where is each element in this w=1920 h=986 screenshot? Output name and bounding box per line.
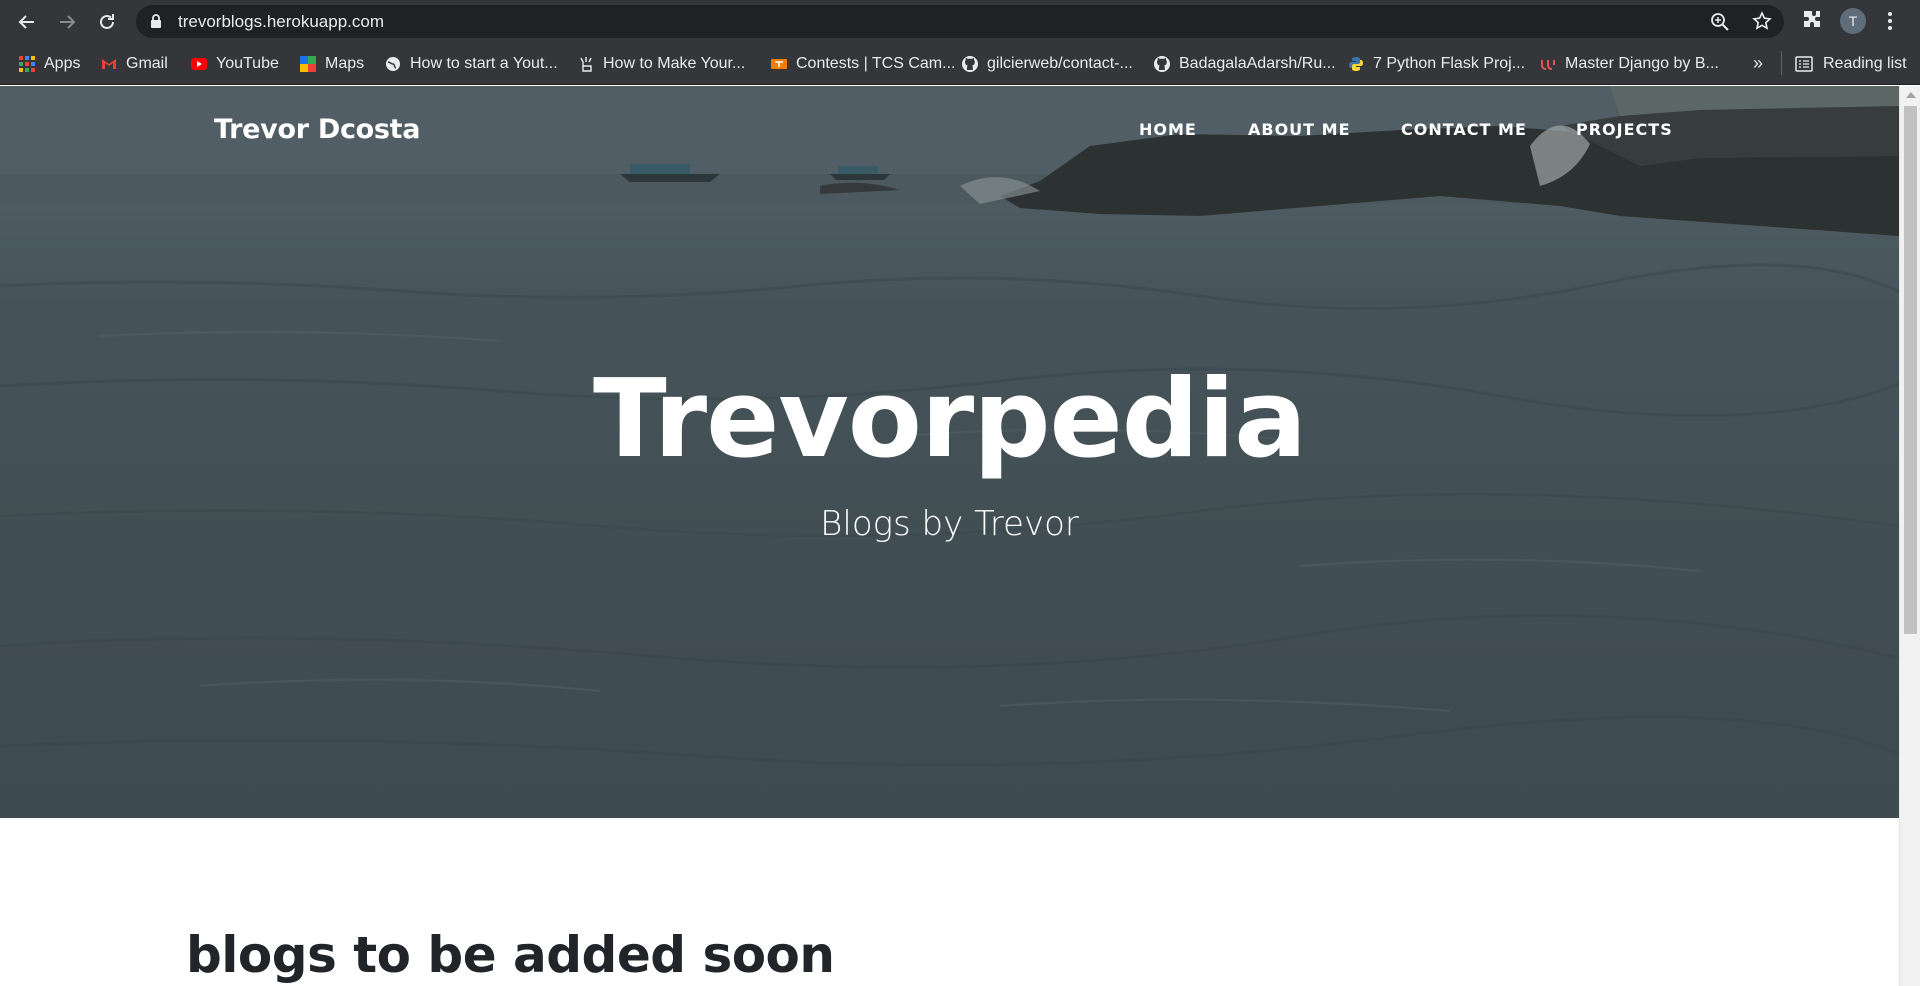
browser-toolbar: trevorblogs.herokuapp.com T — [0, 0, 1920, 43]
github-icon — [1154, 56, 1170, 72]
page-viewport: Trevor Dcosta HOME ABOUT ME CONTACT ME P… — [0, 86, 1899, 986]
gmail-icon — [102, 59, 116, 69]
scrollbar-thumb[interactable] — [1904, 106, 1917, 634]
hand-icon — [580, 57, 592, 72]
lock-icon[interactable] — [150, 14, 162, 29]
bookmark-label: Master Django by B... — [1565, 55, 1719, 72]
content-heading: blogs to be added soon — [186, 926, 835, 984]
bookmark-github-contact[interactable]: gilcierweb/contact-... — [962, 52, 1133, 76]
apps-grid-icon — [19, 56, 35, 72]
bookmarks-divider — [1781, 51, 1782, 75]
nav-projects[interactable]: PROJECTS — [1576, 120, 1673, 139]
profile-avatar[interactable]: T — [1840, 8, 1866, 34]
browser-menu-icon[interactable] — [1886, 9, 1894, 33]
more-bookmarks-chevron-icon[interactable]: » — [1753, 53, 1763, 74]
url-text[interactable]: trevorblogs.herokuapp.com — [178, 12, 384, 32]
back-button[interactable] — [13, 8, 41, 36]
bookmark-github-badagala[interactable]: BadagalaAdarsh/Ru... — [1154, 52, 1336, 76]
bookmark-maps[interactable]: Maps — [300, 52, 364, 76]
hero-title: Trevorpedia — [593, 357, 1307, 482]
bookmark-label: Apps — [44, 55, 81, 72]
python-icon — [1349, 57, 1363, 71]
bookmark-label: Maps — [325, 55, 365, 72]
address-bar[interactable]: trevorblogs.herokuapp.com — [136, 5, 1784, 38]
nav-contact-me[interactable]: CONTACT ME — [1401, 120, 1527, 139]
bookmark-label: BadagalaAdarsh/Ru... — [1179, 55, 1336, 72]
nav-about-me[interactable]: ABOUT ME — [1248, 120, 1351, 139]
forward-button[interactable] — [53, 8, 81, 36]
bookmark-how-to-make[interactable]: How to Make Your... — [578, 52, 745, 76]
bookmark-label: Gmail — [126, 55, 168, 72]
bookmark-star-icon[interactable] — [1752, 11, 1772, 31]
bookmark-apps[interactable]: Apps — [19, 52, 80, 76]
scroll-up-arrow-icon[interactable] — [1906, 92, 1916, 98]
zoom-icon[interactable] — [1710, 12, 1730, 32]
bookmarks-bar: Apps Gmail YouTube Maps How to start a Y… — [0, 43, 1920, 85]
reload-button[interactable] — [93, 8, 121, 36]
tcs-icon — [771, 59, 787, 69]
bookmark-youtube-guide[interactable]: How to start a Yout... — [385, 52, 558, 76]
udemy-icon — [1541, 60, 1555, 70]
extensions-puzzle-icon[interactable] — [1799, 8, 1823, 32]
site-brand-link[interactable]: Trevor Dcosta — [214, 114, 421, 145]
bookmark-label: gilcierweb/contact-... — [987, 55, 1133, 72]
bookmark-label: How to start a Yout... — [410, 55, 558, 72]
reading-list-button[interactable]: Reading list — [1795, 52, 1907, 76]
forward-arrow-icon — [60, 15, 76, 29]
reload-icon — [100, 14, 114, 29]
bookmark-label: YouTube — [216, 55, 279, 72]
nav-home[interactable]: HOME — [1139, 120, 1197, 139]
reading-list-label: Reading list — [1823, 55, 1907, 72]
hero-masthead: Trevor Dcosta HOME ABOUT ME CONTACT ME P… — [0, 86, 1899, 818]
bookmark-master-django[interactable]: Master Django by B... — [1540, 52, 1719, 76]
github-icon — [962, 56, 978, 72]
reading-list-icon — [1795, 56, 1813, 72]
bookmark-gmail[interactable]: Gmail — [101, 52, 168, 76]
bookmark-label: Contests | TCS Cam... — [796, 55, 956, 72]
bookmark-label: 7 Python Flask Proj... — [1373, 55, 1526, 72]
back-arrow-icon — [18, 15, 34, 29]
bookmark-python-flask[interactable]: 7 Python Flask Proj... — [1348, 52, 1525, 76]
maps-icon — [300, 56, 316, 72]
hero-subtitle: Blogs by Trevor — [820, 504, 1079, 544]
youtube-icon — [191, 58, 207, 70]
globe-icon — [386, 57, 400, 71]
page-scrollbar[interactable] — [1899, 86, 1920, 986]
bookmark-youtube[interactable]: YouTube — [191, 52, 279, 76]
bookmark-tcs[interactable]: Contests | TCS Cam... — [771, 52, 955, 76]
bookmark-label: How to Make Your... — [603, 55, 746, 72]
